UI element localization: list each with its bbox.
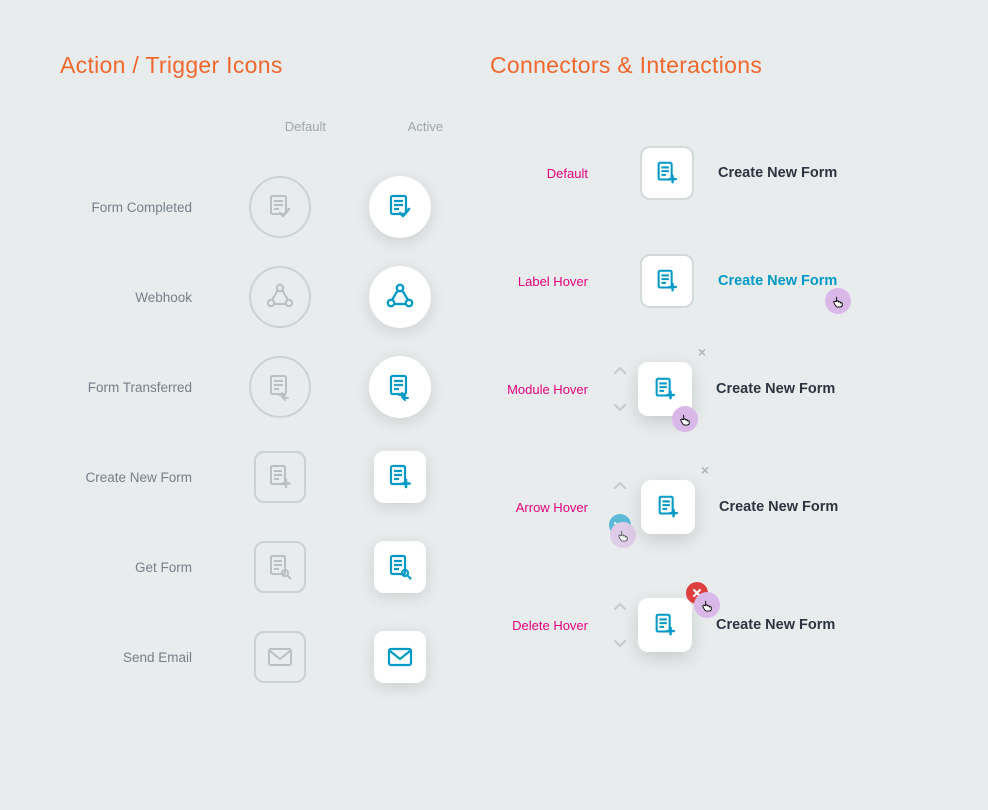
move-down-icon[interactable]: [612, 399, 628, 415]
module-label[interactable]: Create New Form: [716, 381, 835, 397]
close-icon[interactable]: ×: [698, 344, 706, 360]
module-label[interactable]: Create New Form: [716, 617, 835, 633]
move-up-icon[interactable]: [612, 599, 628, 615]
form-transferred-active-icon: [369, 356, 431, 418]
webhook-default-icon: [249, 266, 311, 328]
row-label: Send Email: [60, 650, 220, 665]
state-label-module-hover: Module Hover: [490, 382, 612, 397]
module-card[interactable]: ×: [638, 362, 692, 416]
move-up-icon[interactable]: [612, 363, 628, 379]
section-title-connectors: Connectors & Interactions: [490, 52, 928, 79]
row-label: Form Transferred: [60, 380, 220, 395]
close-icon[interactable]: ×: [701, 462, 709, 478]
get-form-active-icon: [374, 541, 426, 593]
state-label-default: Default: [490, 166, 612, 181]
state-label-label-hover: Label Hover: [490, 274, 612, 289]
form-completed-active-icon: [369, 176, 431, 238]
pointer-cursor-icon: [672, 406, 698, 432]
move-down-icon[interactable]: [612, 635, 628, 651]
pointer-cursor-icon: [610, 522, 636, 548]
pointer-cursor-icon: [825, 288, 851, 314]
webhook-active-icon: [369, 266, 431, 328]
state-label-arrow-hover: Arrow Hover: [490, 500, 612, 515]
row-label: Create New Form: [60, 470, 220, 485]
module-label[interactable]: Create New Form: [718, 273, 837, 289]
module-card[interactable]: [640, 254, 694, 308]
form-completed-default-icon: [249, 176, 311, 238]
move-up-icon[interactable]: [612, 478, 628, 494]
send-email-default-icon: [254, 631, 306, 683]
row-label: Form Completed: [60, 200, 220, 215]
create-form-active-icon: [374, 451, 426, 503]
section-title-action-trigger: Action / Trigger Icons: [60, 52, 490, 79]
pointer-cursor-icon: [694, 592, 720, 618]
module-card[interactable]: [638, 598, 692, 652]
form-transferred-default-icon: [249, 356, 311, 418]
col-header-active: Active: [361, 119, 490, 134]
create-form-default-icon: [254, 451, 306, 503]
row-label: Get Form: [60, 560, 220, 575]
state-label-delete-hover: Delete Hover: [490, 618, 612, 633]
module-label[interactable]: Create New Form: [718, 165, 837, 181]
send-email-active-icon: [374, 631, 426, 683]
col-header-default: Default: [250, 119, 361, 134]
module-label[interactable]: Create New Form: [719, 499, 838, 515]
module-card[interactable]: [640, 146, 694, 200]
row-label: Webhook: [60, 290, 220, 305]
get-form-default-icon: [254, 541, 306, 593]
module-card[interactable]: ×: [641, 480, 695, 534]
